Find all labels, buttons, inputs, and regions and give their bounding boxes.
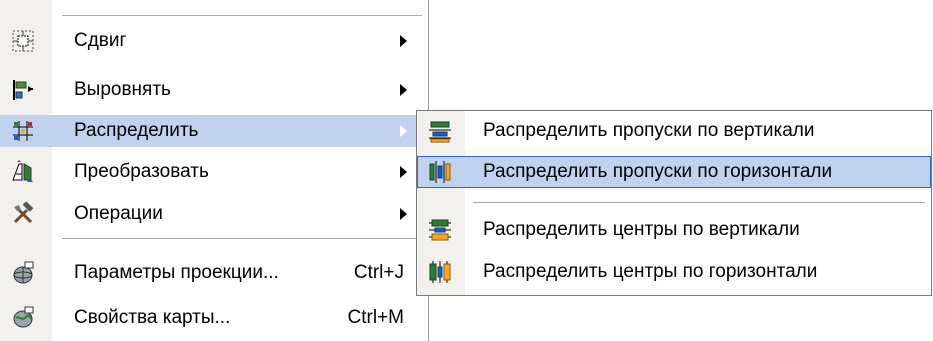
projection-icon xyxy=(11,261,35,285)
submenu-item-label: Распределить пропуски по горизонтали xyxy=(483,161,833,182)
menu-item-transform[interactable]: Преобразовать xyxy=(0,156,428,188)
submenu-item-distribute-centers-horizontal[interactable]: Распределить центры по горизонтали xyxy=(417,256,931,288)
menu-item-align[interactable]: Выровнять xyxy=(0,74,428,106)
menu-separator xyxy=(62,15,422,16)
submenu-item-distribute-gaps-horizontal[interactable]: Распределить пропуски по горизонтали xyxy=(417,156,931,188)
menu-item-operations[interactable]: Операции xyxy=(0,198,428,230)
menu-item-projection-parameters[interactable]: Параметры проекции... Ctrl+J xyxy=(0,257,428,289)
menu-item-label: Операции xyxy=(74,203,163,224)
submenu-separator xyxy=(473,202,925,203)
tools-icon xyxy=(11,202,35,226)
menu-item-label: Параметры проекции... xyxy=(74,262,279,283)
distribute-gaps-horizontal-icon xyxy=(428,160,452,184)
menu-item-shortcut: Ctrl+M xyxy=(347,307,404,328)
menu-item-map-properties[interactable]: Свойства карты... Ctrl+M xyxy=(0,302,428,334)
submenu-item-label: Распределить центры по горизонтали xyxy=(483,261,818,282)
map-properties-icon xyxy=(11,306,35,330)
submenu-arrow-icon xyxy=(400,125,407,137)
menu-item-label: Преобразовать xyxy=(74,161,209,182)
menu-item-move[interactable]: Сдвиг xyxy=(0,25,428,57)
align-icon xyxy=(11,78,35,102)
distribute-icon xyxy=(11,119,35,143)
submenu-arrow-icon xyxy=(400,84,407,96)
distribute-gaps-vertical-icon xyxy=(428,119,452,143)
menu-item-distribute[interactable]: Распределить xyxy=(0,115,428,147)
menu-item-label: Выровнять xyxy=(74,79,171,100)
submenu-arrow-icon xyxy=(400,166,407,178)
menu-item-label: Свойства карты... xyxy=(74,307,231,328)
distribute-submenu: Распределить пропуски по вертикали Распр… xyxy=(416,110,932,296)
distribute-centers-horizontal-icon xyxy=(428,260,452,284)
submenu-item-distribute-centers-vertical[interactable]: Распределить центры по вертикали xyxy=(417,214,931,246)
submenu-arrow-icon xyxy=(400,35,407,47)
submenu-item-label: Распределить центры по вертикали xyxy=(483,219,800,240)
submenu-arrow-icon xyxy=(400,208,407,220)
submenu-item-label: Распределить пропуски по вертикали xyxy=(483,120,815,141)
menu-item-label: Распределить xyxy=(74,120,199,141)
distribute-centers-vertical-icon xyxy=(428,218,452,242)
transform-icon xyxy=(11,160,35,184)
menu-item-shortcut: Ctrl+J xyxy=(353,262,404,283)
context-menu: Сдвиг Выровнять Распределить Преобразова… xyxy=(0,0,429,341)
menu-item-label: Сдвиг xyxy=(74,30,127,51)
menu-separator xyxy=(62,238,422,239)
move-icon xyxy=(11,29,35,53)
submenu-item-distribute-gaps-vertical[interactable]: Распределить пропуски по вертикали xyxy=(417,115,931,147)
